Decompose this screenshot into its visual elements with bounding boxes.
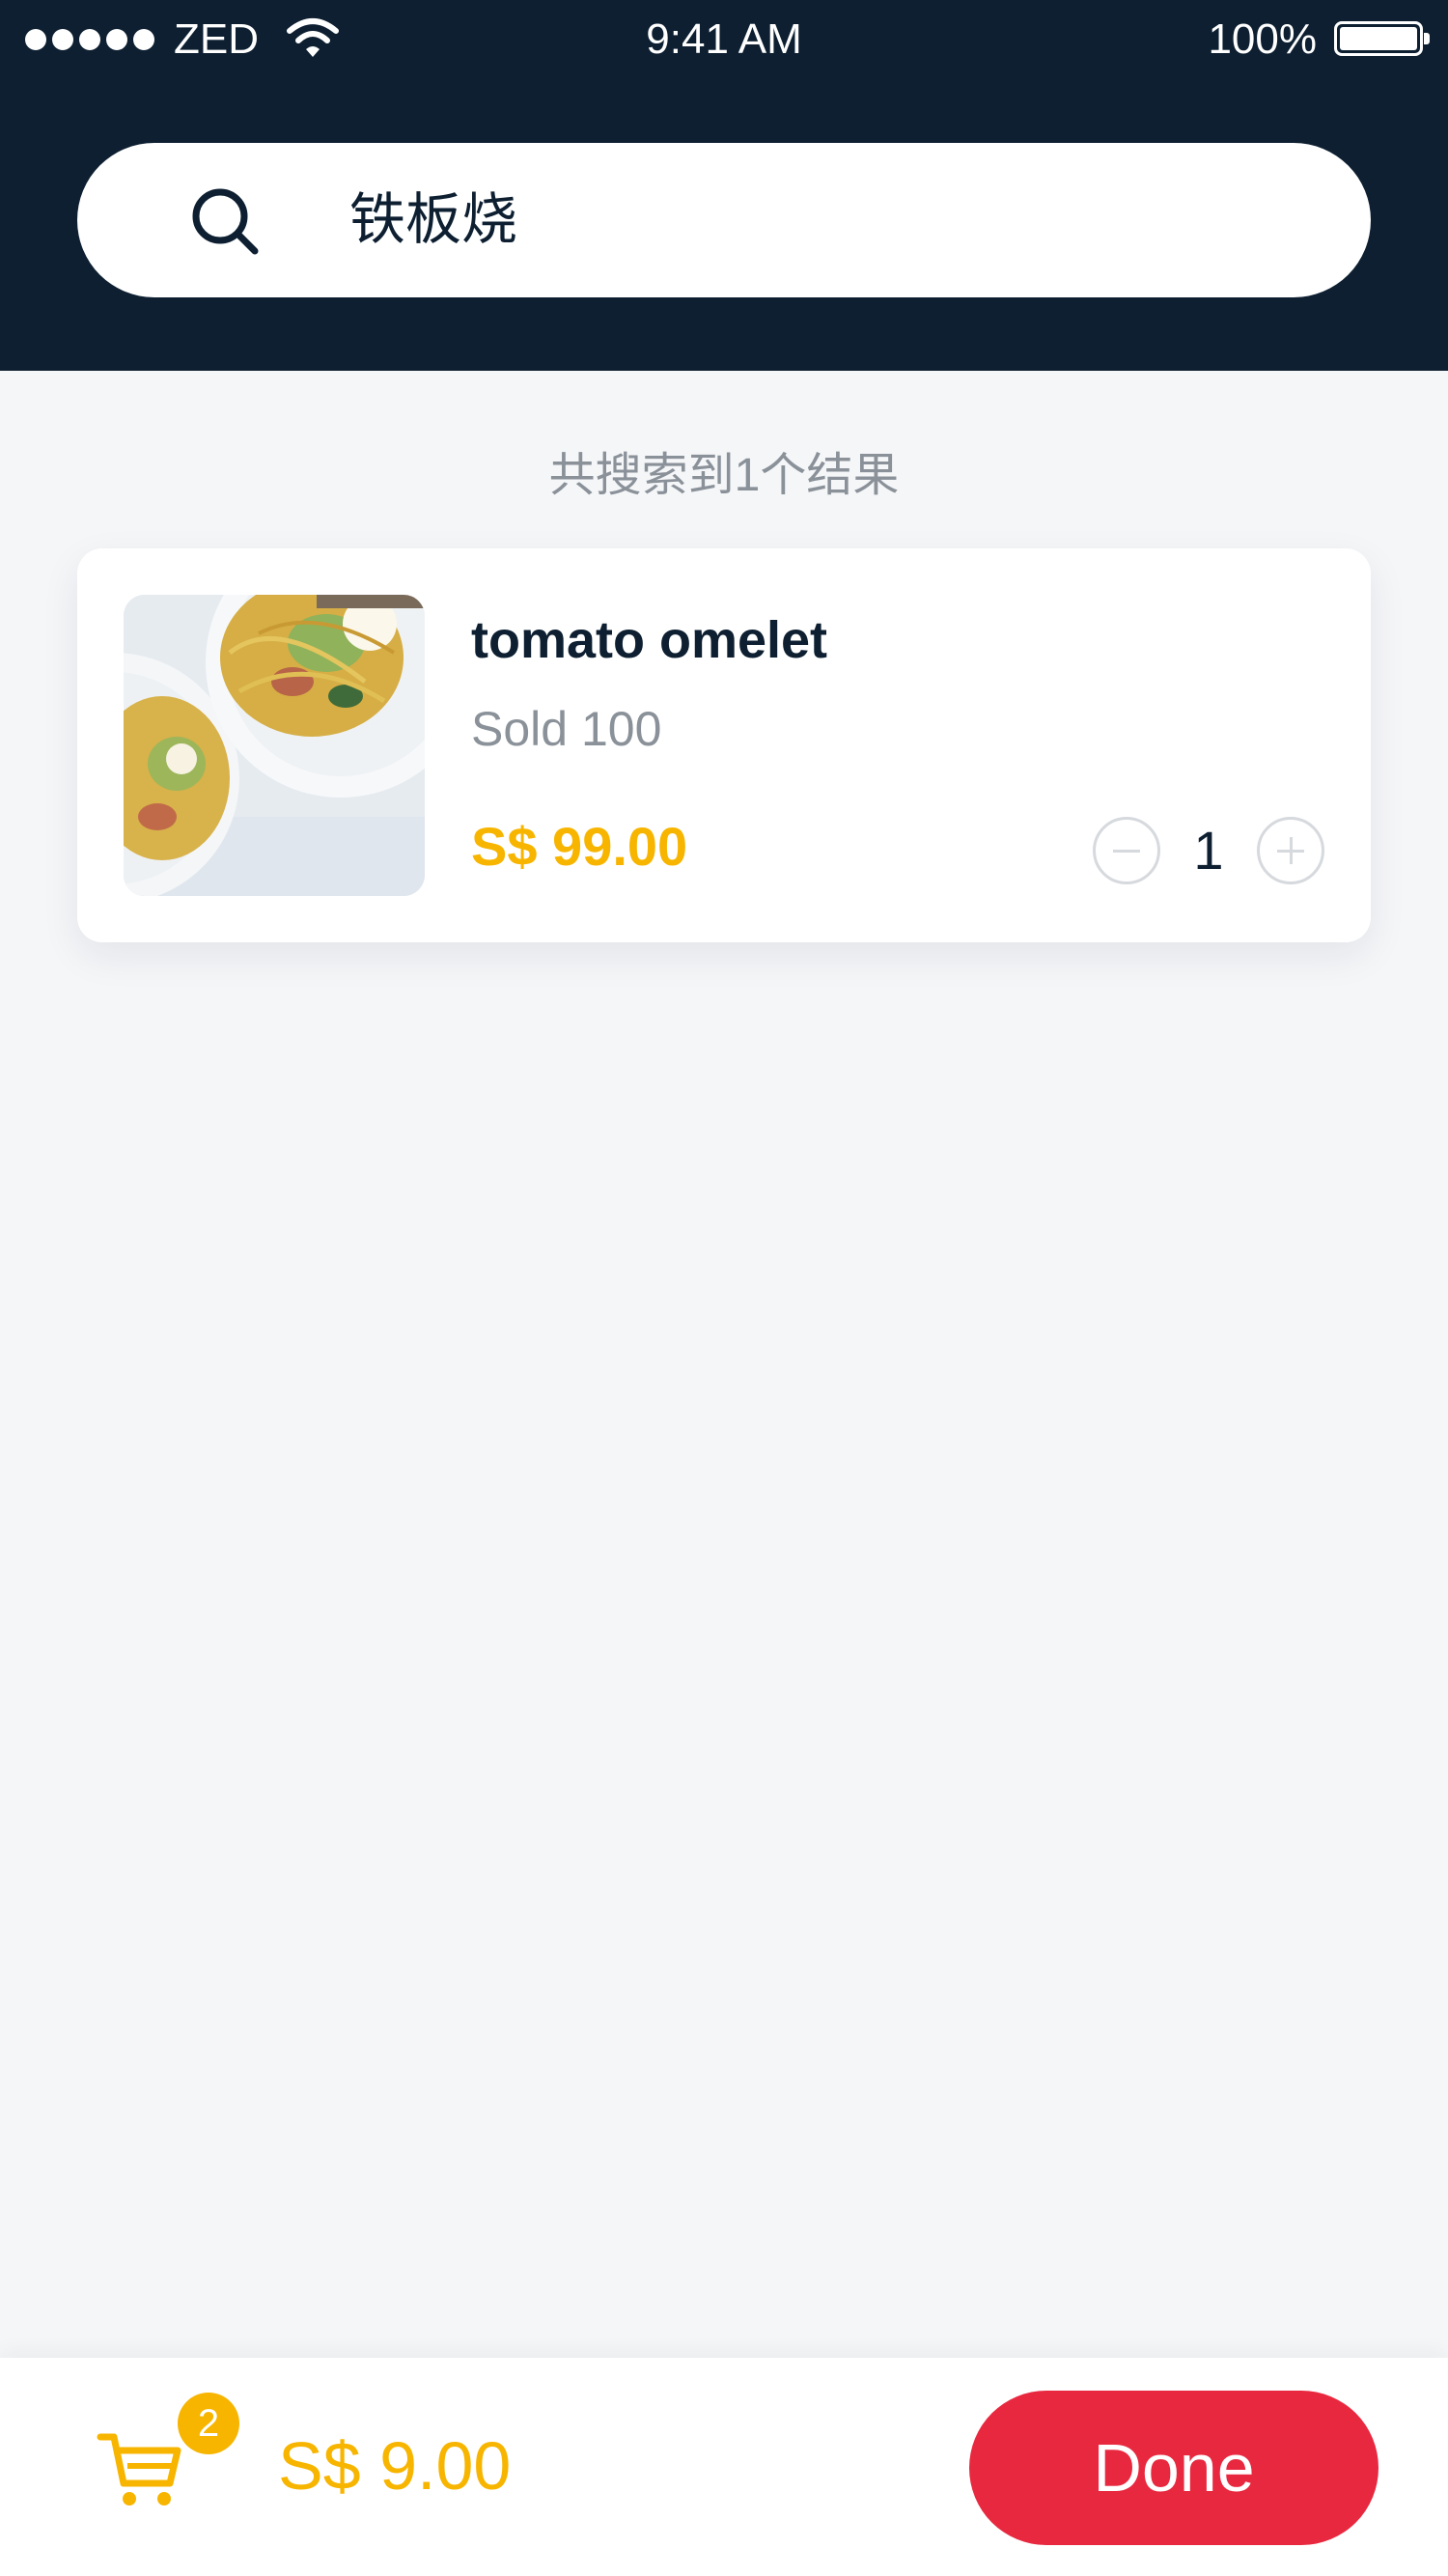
product-price: S$ 99.00: [471, 816, 688, 877]
search-input[interactable]: 铁板烧: [349, 143, 517, 297]
battery-percent: 100%: [1208, 15, 1317, 63]
product-image[interactable]: [124, 595, 425, 896]
status-bar: ZED 9:41 AM 100%: [0, 0, 1448, 81]
decrease-quantity-button[interactable]: [1093, 817, 1160, 884]
bottom-bar: 2 S$ 9.00 Done: [0, 2358, 1448, 2576]
product-name[interactable]: tomato omelet: [471, 610, 827, 670]
quantity-value: 1: [1193, 820, 1224, 881]
search-icon[interactable]: [189, 185, 261, 262]
cart-total: S$ 9.00: [278, 2428, 512, 2504]
result-count: 共搜索到1个结果: [548, 450, 900, 501]
header: ZED 9:41 AM 100% 铁板烧: [0, 0, 1448, 371]
done-button[interactable]: Done: [969, 2391, 1378, 2545]
cart-count-badge: 2: [178, 2393, 239, 2454]
product-sold-count: Sold 100: [471, 702, 662, 756]
search-bar[interactable]: 铁板烧: [77, 143, 1371, 297]
cart-icon[interactable]: [97, 2427, 183, 2519]
battery-icon: [1334, 21, 1430, 56]
increase-quantity-button[interactable]: [1257, 817, 1324, 884]
product-card[interactable]: tomato omelet Sold 100 S$ 99.00 1: [77, 548, 1371, 942]
